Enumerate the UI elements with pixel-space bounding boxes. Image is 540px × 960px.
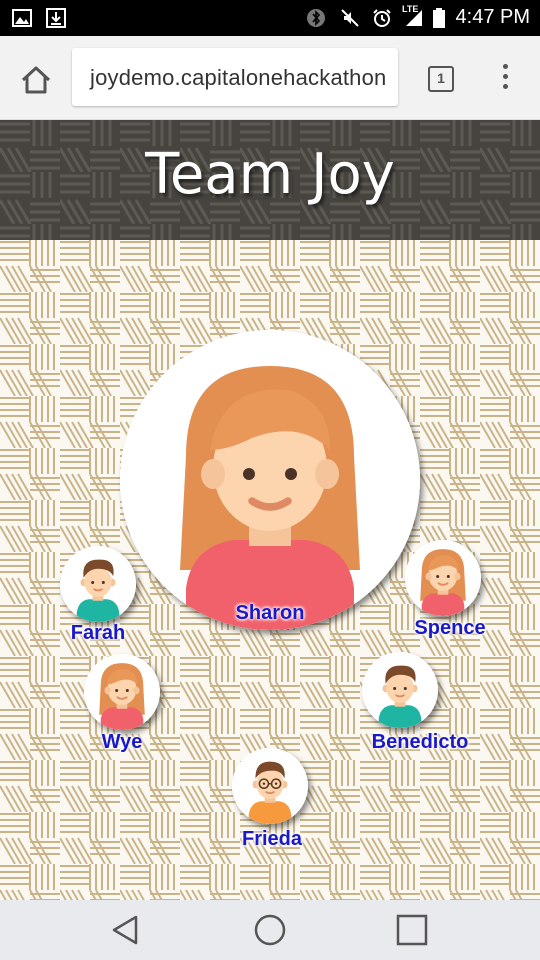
member-name-wye[interactable]: Wye [78, 731, 166, 754]
member-name-farah[interactable]: Farah [56, 622, 140, 645]
member-frieda[interactable]: Frieda [228, 748, 316, 858]
team-header: Team Joy [0, 120, 540, 240]
boy-avatar-icon [362, 652, 438, 728]
member-farah[interactable]: Farah [56, 546, 140, 656]
home-nav-icon[interactable] [250, 910, 290, 950]
status-bar: LTE 4:47 PM [0, 0, 540, 36]
bluetooth-icon [307, 9, 325, 27]
member-avatar-farah[interactable] [60, 546, 136, 622]
url-bar[interactable]: joydemo.capitalonehackathon [72, 48, 398, 106]
member-name-spence[interactable]: Spence [400, 617, 500, 640]
member-name-frieda[interactable]: Frieda [228, 828, 316, 851]
image-notification-icon [12, 9, 32, 27]
girl-avatar-icon [84, 654, 160, 730]
member-name-sharon[interactable]: Sharon [120, 602, 420, 625]
signal-icon [406, 10, 422, 26]
member-avatar-spence[interactable] [405, 540, 481, 616]
overflow-menu-icon[interactable] [496, 64, 514, 94]
girl-avatar-icon [405, 540, 481, 616]
battery-icon [433, 8, 445, 28]
url-text[interactable]: joydemo.capitalonehackathon [90, 65, 387, 91]
member-spence[interactable]: Spence [400, 540, 500, 650]
alarm-icon [373, 9, 391, 27]
download-notification-icon [46, 8, 66, 28]
page-title: Team Joy [145, 142, 395, 207]
tab-switcher-button[interactable]: 1 [428, 66, 454, 92]
member-name-benedicto[interactable]: Benedicto [362, 731, 478, 754]
girl-avatar-icon [120, 330, 420, 630]
status-time: 4:47 PM [455, 6, 530, 28]
member-avatar-frieda[interactable] [232, 748, 308, 824]
member-benedicto[interactable]: Benedicto [362, 652, 478, 762]
browser-toolbar: joydemo.capitalonehackathon 1 [0, 36, 540, 120]
member-avatar-main[interactable] [120, 330, 420, 630]
member-avatar-wye[interactable] [84, 654, 160, 730]
back-icon[interactable] [106, 910, 146, 950]
boy-glasses-avatar-icon [232, 748, 308, 824]
system-nav-bar [0, 900, 540, 960]
member-sharon[interactable]: Sharon [120, 330, 420, 630]
team-canvas: Sharon Farah Spence Wye Benedicto Frieda [0, 240, 540, 900]
member-avatar-benedicto[interactable] [362, 652, 438, 728]
member-wye[interactable]: Wye [78, 654, 166, 764]
boy-avatar-icon [60, 546, 136, 622]
home-icon[interactable] [16, 60, 56, 100]
mute-icon [341, 9, 359, 27]
recents-icon[interactable] [392, 910, 432, 950]
